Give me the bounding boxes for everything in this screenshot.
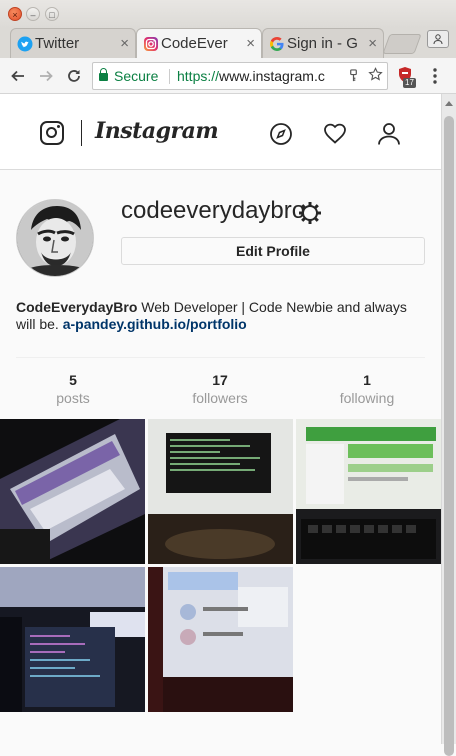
extension-shield-icon[interactable]: 17 bbox=[397, 66, 416, 88]
key-icon[interactable] bbox=[347, 69, 360, 82]
tab-close-icon[interactable]: × bbox=[116, 29, 129, 58]
profile-username: codeeverydaybro bbox=[121, 197, 306, 224]
stat-value: 17 bbox=[212, 372, 228, 388]
tab-close-icon[interactable]: × bbox=[364, 29, 377, 58]
photo-image bbox=[296, 419, 441, 564]
stat-value: 1 bbox=[363, 372, 371, 388]
avatar-portrait bbox=[17, 200, 93, 276]
vertical-scrollbar[interactable] bbox=[441, 94, 456, 756]
photo-image bbox=[148, 419, 293, 564]
secure-indicator[interactable]: Secure bbox=[99, 63, 158, 89]
photo-image bbox=[0, 567, 145, 712]
photo-image bbox=[0, 419, 145, 564]
settings-gear-icon[interactable] bbox=[298, 201, 322, 225]
instagram-header: Instagram bbox=[0, 94, 441, 170]
window-title-bar: × – □ bbox=[0, 0, 456, 28]
stat-label: posts bbox=[56, 390, 90, 406]
tab-twitter[interactable]: Twitter × bbox=[10, 28, 136, 58]
forward-arrow-icon[interactable] bbox=[34, 64, 58, 88]
tab-label: Sign in - G bbox=[287, 35, 358, 52]
stat-value: 5 bbox=[69, 372, 77, 388]
scrollbar-thumb[interactable] bbox=[444, 116, 454, 756]
header-divider bbox=[81, 120, 82, 146]
window-close-button[interactable]: × bbox=[8, 7, 22, 21]
tab-instagram[interactable]: CodeEver × bbox=[136, 28, 262, 58]
window-minimize-button[interactable]: – bbox=[26, 7, 40, 21]
browser-menu-icon[interactable] bbox=[432, 64, 438, 91]
new-tab-button[interactable] bbox=[382, 34, 422, 54]
back-arrow-icon[interactable] bbox=[6, 64, 30, 88]
edit-profile-button[interactable]: Edit Profile bbox=[121, 237, 425, 265]
secure-label: Secure bbox=[114, 68, 159, 84]
photo-thumbnail[interactable] bbox=[0, 419, 145, 564]
stat-followers[interactable]: 17 followers bbox=[160, 372, 280, 406]
url-text[interactable]: https://www.instagram.c bbox=[177, 63, 325, 89]
google-icon bbox=[270, 37, 284, 51]
bio-name: CodeEverydayBro bbox=[16, 299, 138, 315]
tab-google-sign-in[interactable]: Sign in - G × bbox=[262, 28, 384, 58]
extension-badge: 17 bbox=[403, 78, 416, 88]
stat-label: following bbox=[339, 390, 395, 406]
twitter-icon bbox=[17, 36, 33, 52]
profile-bio: CodeEverydayBro Web Developer | Code New… bbox=[16, 299, 426, 333]
profile-person-icon[interactable] bbox=[377, 122, 401, 146]
photo-thumbnail[interactable] bbox=[296, 419, 441, 564]
tab-strip: Twitter × CodeEver × Sign in - G × bbox=[0, 28, 456, 58]
stat-posts[interactable]: 5 posts bbox=[13, 372, 133, 406]
address-bar[interactable]: Secure https://www.instagram.c bbox=[92, 62, 388, 90]
tab-close-icon[interactable]: × bbox=[242, 29, 255, 58]
profile-stats: 5 posts 17 followers 1 following bbox=[16, 357, 425, 418]
address-separator bbox=[169, 69, 170, 84]
instagram-camera-icon[interactable] bbox=[40, 121, 64, 145]
photo-thumbnail[interactable] bbox=[0, 567, 145, 712]
reload-icon[interactable] bbox=[62, 64, 86, 88]
instagram-wordmark[interactable]: Instagram bbox=[95, 118, 219, 144]
browser-toolbar: Secure https://www.instagram.c 17 bbox=[0, 58, 456, 94]
url-host: www.instagram.c bbox=[219, 68, 325, 84]
stat-following[interactable]: 1 following bbox=[307, 372, 427, 406]
tab-label: CodeEver bbox=[161, 35, 228, 52]
explore-compass-icon[interactable] bbox=[269, 122, 293, 146]
avatar[interactable] bbox=[16, 199, 94, 277]
photo-thumbnail[interactable] bbox=[148, 567, 293, 712]
window-maximize-button[interactable]: □ bbox=[45, 7, 59, 21]
lock-icon bbox=[99, 68, 108, 81]
stat-label: followers bbox=[192, 390, 248, 406]
bookmark-star-icon[interactable] bbox=[368, 67, 383, 82]
photo-image bbox=[148, 567, 293, 712]
browser-profile-icon[interactable] bbox=[427, 30, 449, 48]
tab-label: Twitter bbox=[35, 35, 80, 52]
bio-link[interactable]: a-pandey.github.io/portfolio bbox=[63, 316, 247, 332]
photo-thumbnail[interactable] bbox=[148, 419, 293, 564]
omnibox-actions bbox=[343, 63, 383, 89]
url-scheme: https:// bbox=[177, 68, 220, 84]
activity-heart-icon[interactable] bbox=[323, 122, 347, 146]
instagram-icon bbox=[144, 37, 158, 51]
scroll-up-arrow-icon[interactable] bbox=[445, 101, 453, 106]
page-viewport: Instagram codeeverydaybro Edit Profile C… bbox=[0, 94, 441, 744]
